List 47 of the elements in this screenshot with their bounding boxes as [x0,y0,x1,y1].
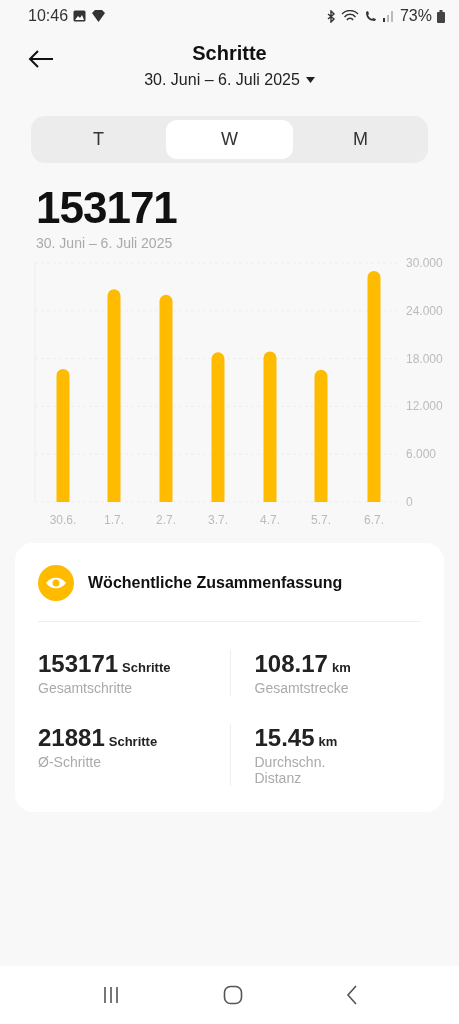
total-steps: 153171 [36,183,459,233]
recent-apps-icon [101,986,120,1004]
eye-icon [38,565,74,601]
stat-unit: Schritte [108,734,158,749]
x-axis-label: 4.7. [260,513,280,527]
phone-icon [363,9,377,23]
battery-percentage: 73% [399,7,432,25]
x-axis-label: 1.7. [104,513,124,527]
image-icon [73,10,87,22]
stat-unit: km [331,660,351,675]
stat-label: Gesamtschritte [38,680,134,696]
stat-label: Ø-Schritte [38,754,102,770]
summary-title: Wöchentliche Zusammenfassung [88,574,343,592]
back-icon [345,985,358,1005]
period-tab[interactable]: W [166,120,293,159]
date-range-label: 30. Juni – 6. Juli 2025 [36,235,174,251]
y-axis-label: 30.000 [406,256,443,270]
period-tab[interactable]: M [297,120,424,159]
stat-label: Durchschn. Distanz [254,754,327,786]
x-axis-label: 30.6. [49,513,77,527]
stat-value: 15.45 [254,724,315,752]
x-axis-label: 5.7. [311,513,331,527]
stat-label: Gesamtstrecke [254,680,350,696]
stat-unit: Schritte [122,660,171,675]
stat-unit: km [318,734,338,749]
caret-icon [305,77,315,83]
period-tab[interactable]: T [35,120,162,159]
x-axis-label: 3.7. [208,513,228,527]
page-title: Schritte [192,42,267,65]
x-axis-label: 6.7. [364,513,384,527]
back-button[interactable] [26,48,56,70]
stat-value: 21881 [38,724,105,752]
y-axis-label: 0 [406,495,413,509]
bluetooth-icon [325,9,336,23]
y-axis-label: 12.000 [406,399,443,414]
stat-value: 108.17 [254,650,328,678]
clock: 10:46 [28,7,69,25]
y-axis-label: 18.000 [406,351,443,366]
date-range-dropdown[interactable]: 30. Juni – 6. Juli 2025 [142,69,317,91]
y-axis-label: 6.000 [406,447,437,462]
wifi-icon [340,9,359,23]
battery-icon [437,9,445,23]
x-axis-label: 2.7. [156,513,176,527]
signal-icon [381,10,395,22]
y-axis-label: 24.000 [406,303,443,318]
diamond-icon [91,10,107,22]
stat-value: 153171 [38,650,119,678]
